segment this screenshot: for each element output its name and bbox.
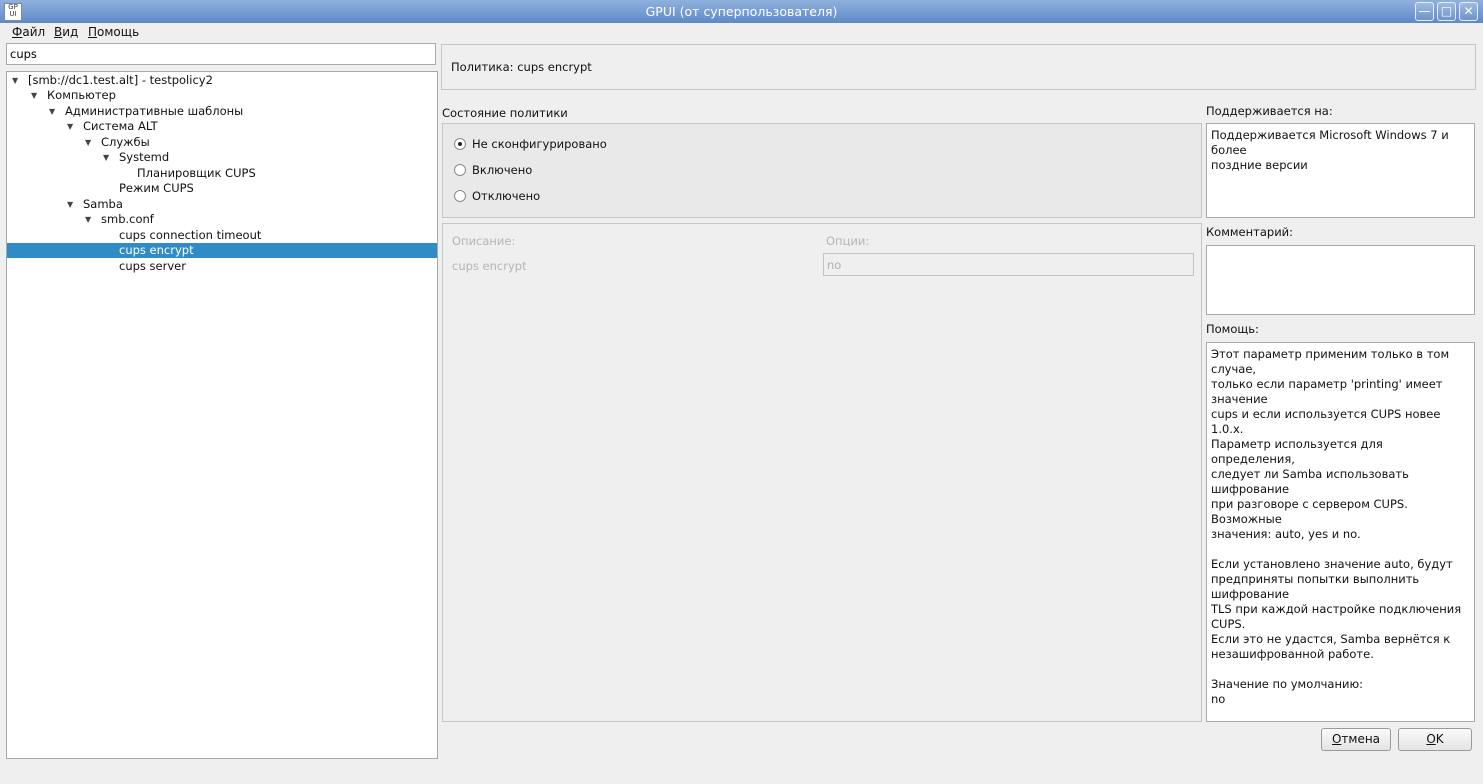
policy-tree[interactable]: ▼ [smb://dc1.test.alt] - testpolicy2 ▼ К… [6,71,438,759]
search-field[interactable] [6,43,441,65]
radio-not-configured-label[interactable]: Не сконфигурировано [472,137,607,151]
radio-disabled[interactable] [454,190,466,202]
close-icon[interactable]: ✕ [1459,2,1478,21]
description-label: Описание: [452,234,516,248]
option-value-input[interactable] [824,254,1199,275]
option-value-field[interactable] [823,253,1199,276]
help-label: Помощь: [1206,322,1259,336]
tree-item-cups-scheduler[interactable]: Планировщик CUPS [7,166,437,181]
maximize-icon[interactable]: □ [1437,2,1456,21]
radio-disabled-label[interactable]: Отключено [472,189,540,203]
options-panel: Описание: Опции: cups encrypt [442,223,1202,722]
policy-header: Политика: cups encrypt [441,44,1476,90]
comment-label: Комментарий: [1206,225,1294,239]
menu-file[interactable]: Файл [12,25,45,39]
search-input[interactable] [7,44,441,64]
tree-item-systemd[interactable]: ▼ Systemd [7,150,437,165]
tree-item-cups-encrypt[interactable]: cups encrypt [7,243,437,258]
tree-item-computer[interactable]: ▼ Компьютер [7,88,437,103]
help-box: Этот параметр применим только в том случ… [1206,342,1475,722]
tree-item-cups-mode[interactable]: Режим CUPS [7,181,437,196]
minimize-icon[interactable]: — [1415,2,1434,21]
chevron-down-icon[interactable]: ▼ [31,88,37,103]
tree-item-system-alt[interactable]: ▼ Система ALT [7,119,437,134]
chevron-down-icon[interactable]: ▼ [49,104,55,119]
supported-box: Поддерживается Microsoft Windows 7 и бол… [1206,123,1475,218]
menu-help[interactable]: Помощь [88,25,139,39]
menu-view[interactable]: Вид [54,25,78,39]
radio-not-configured[interactable] [454,138,466,150]
tree-item-admin-templates[interactable]: ▼ Административные шаблоны [7,104,437,119]
chevron-down-icon[interactable]: ▼ [67,197,73,212]
policy-state-group: Не сконфигурировано Включено Отключено [442,123,1202,218]
tree-item-services[interactable]: ▼ Службы [7,135,437,150]
help-text: Этот параметр применим только в том случ… [1211,347,1462,706]
tree-item-smb-conf[interactable]: ▼ smb.conf [7,212,437,227]
policy-title: Политика: cups encrypt [451,60,592,74]
window-title: GPUI (от суперпользователя) [645,4,838,19]
supported-text: Поддерживается Microsoft Windows 7 и бол… [1211,128,1449,172]
ok-button[interactable]: OK [1398,728,1472,751]
menu-bar: Файл Вид Помощь [0,23,1483,41]
tree-item-cups-connection-timeout[interactable]: cups connection timeout [7,228,437,243]
comment-field[interactable] [1206,245,1475,315]
chevron-down-icon[interactable]: ▼ [85,212,91,227]
cancel-button[interactable]: Отмена [1321,728,1391,751]
tree-item-root[interactable]: ▼ [smb://dc1.test.alt] - testpolicy2 [7,73,437,88]
radio-enabled-label[interactable]: Включено [472,163,532,177]
title-bar: GP UI GPUI (от суперпользователя) — □ ✕ [0,0,1483,24]
chevron-down-icon[interactable]: ▼ [67,119,73,134]
options-label: Опции: [826,234,870,248]
chevron-down-icon[interactable]: ▼ [85,135,91,150]
option-name: cups encrypt [452,259,527,273]
supported-label: Поддерживается на: [1206,104,1333,118]
policy-state-label: Состояние политики [442,106,568,120]
radio-enabled[interactable] [454,164,466,176]
tree-item-cups-server[interactable]: cups server [7,259,437,274]
tree-item-samba[interactable]: ▼ Samba [7,197,437,212]
chevron-down-icon[interactable]: ▼ [103,150,109,165]
chevron-down-icon[interactable]: ▼ [12,73,18,88]
